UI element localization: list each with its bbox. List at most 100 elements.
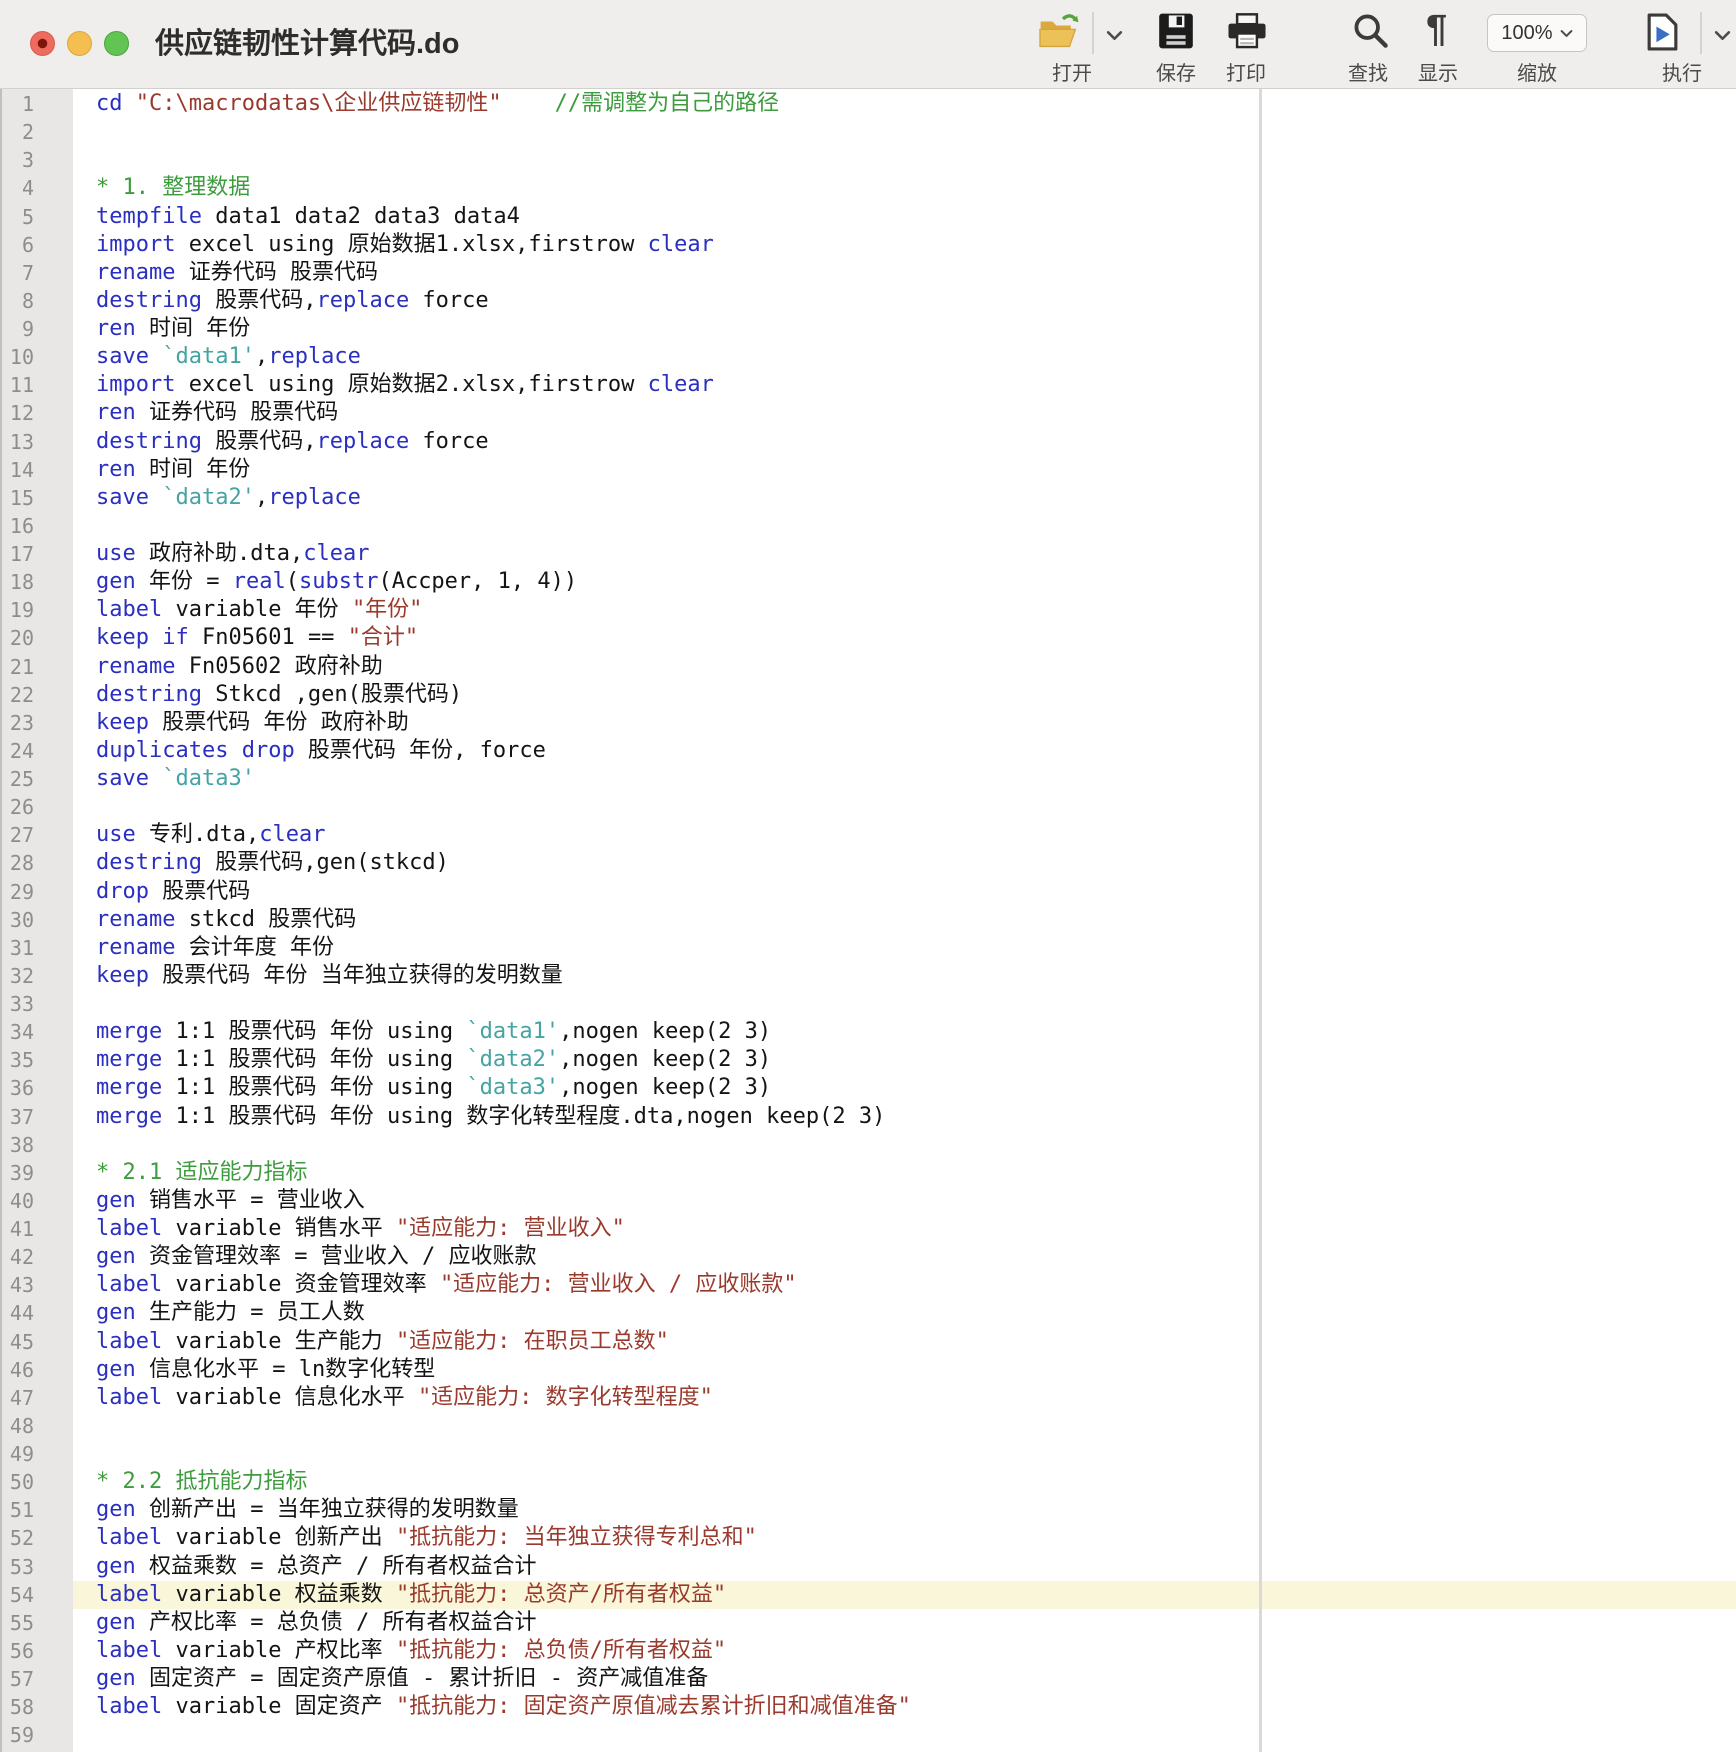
line-code: tempfile data1 data2 data3 data4 xyxy=(73,203,1736,231)
line-number: 3 xyxy=(0,146,73,174)
show-label: 显示 xyxy=(1418,57,1458,86)
line-number: 9 xyxy=(0,315,73,343)
line-number: 33 xyxy=(0,990,73,1018)
open-dropdown-button[interactable] xyxy=(1106,28,1123,46)
code-line-6[interactable]: 6import excel using 原始数据1.xlsx,firstrow … xyxy=(0,231,1736,259)
code-line-33[interactable]: 33 xyxy=(0,990,1736,1018)
line-code xyxy=(73,118,1736,146)
zoom-value: 100% xyxy=(1501,22,1552,45)
code-line-24[interactable]: 24duplicates drop 股票代码 年份, force xyxy=(0,737,1736,765)
code-line-37[interactable]: 37merge 1:1 股票代码 年份 using 数字化转型程度.dta,no… xyxy=(0,1103,1736,1131)
code-line-39[interactable]: 39* 2.1 适应能力指标 xyxy=(0,1159,1736,1187)
code-line-21[interactable]: 21rename Fn05602 政府补助 xyxy=(0,653,1736,681)
line-number: 8 xyxy=(0,287,73,315)
code-line-11[interactable]: 11import excel using 原始数据2.xlsx,firstrow… xyxy=(0,371,1736,399)
line-code: ren 证券代码 股票代码 xyxy=(73,399,1736,427)
code-line-52[interactable]: 52label variable 创新产出 "抵抗能力: 当年独立获得专利总和" xyxy=(0,1524,1736,1552)
code-line-4[interactable]: 4* 1. 整理数据 xyxy=(0,174,1736,202)
code-line-31[interactable]: 31rename 会计年度 年份 xyxy=(0,934,1736,962)
code-line-40[interactable]: 40gen 销售水平 = 营业收入 xyxy=(0,1187,1736,1215)
code-line-32[interactable]: 32keep 股票代码 年份 当年独立获得的发明数量 xyxy=(0,962,1736,990)
zoom-dropdown[interactable]: 100% xyxy=(1487,14,1587,52)
line-number: 36 xyxy=(0,1074,73,1102)
line-number: 37 xyxy=(0,1103,73,1131)
chevron-down-icon xyxy=(1106,30,1123,41)
line-code: * 2.2 抵抗能力指标 xyxy=(73,1468,1736,1496)
code-line-8[interactable]: 8destring 股票代码,replace force xyxy=(0,287,1736,315)
find-button[interactable] xyxy=(1352,12,1390,55)
code-line-36[interactable]: 36merge 1:1 股票代码 年份 using `data3',nogen … xyxy=(0,1074,1736,1102)
code-line-27[interactable]: 27use 专利.dta,clear xyxy=(0,821,1736,849)
code-line-25[interactable]: 25save `data3' xyxy=(0,765,1736,793)
code-line-51[interactable]: 51gen 创新产出 = 当年独立获得的发明数量 xyxy=(0,1496,1736,1524)
fullscreen-button[interactable] xyxy=(104,31,129,56)
code-line-5[interactable]: 5tempfile data1 data2 data3 data4 xyxy=(0,203,1736,231)
close-button[interactable] xyxy=(30,31,55,56)
code-line-17[interactable]: 17use 政府补助.dta,clear xyxy=(0,540,1736,568)
code-line-7[interactable]: 7rename 证券代码 股票代码 xyxy=(0,259,1736,287)
code-line-58[interactable]: 58label variable 固定资产 "抵抗能力: 固定资产原值减去累计折… xyxy=(0,1693,1736,1721)
code-line-16[interactable]: 16 xyxy=(0,512,1736,540)
code-line-53[interactable]: 53gen 权益乘数 = 总资产 / 所有者权益合计 xyxy=(0,1553,1736,1581)
open-button[interactable] xyxy=(1038,12,1080,57)
code-line-55[interactable]: 55gen 产权比率 = 总负债 / 所有者权益合计 xyxy=(0,1609,1736,1637)
save-button[interactable] xyxy=(1158,12,1194,55)
code-line-13[interactable]: 13destring 股票代码,replace force xyxy=(0,428,1736,456)
line-code: gen 产权比率 = 总负债 / 所有者权益合计 xyxy=(73,1609,1736,1637)
code-line-48[interactable]: 48 xyxy=(0,1412,1736,1440)
line-code: gen 创新产出 = 当年独立获得的发明数量 xyxy=(73,1496,1736,1524)
code-line-46[interactable]: 46gen 信息化水平 = ln数字化转型 xyxy=(0,1356,1736,1384)
run-button[interactable] xyxy=(1646,12,1679,57)
minimize-button[interactable] xyxy=(67,31,92,56)
code-line-49[interactable]: 49 xyxy=(0,1440,1736,1468)
code-line-10[interactable]: 10save `data1',replace xyxy=(0,343,1736,371)
code-line-47[interactable]: 47label variable 信息化水平 "适应能力: 数字化转型程度" xyxy=(0,1384,1736,1412)
code-line-50[interactable]: 50* 2.2 抵抗能力指标 xyxy=(0,1468,1736,1496)
code-line-41[interactable]: 41label variable 销售水平 "适应能力: 营业收入" xyxy=(0,1215,1736,1243)
code-line-30[interactable]: 30rename stkcd 股票代码 xyxy=(0,906,1736,934)
code-line-57[interactable]: 57gen 固定资产 = 固定资产原值 - 累计折旧 - 资产减值准备 xyxy=(0,1665,1736,1693)
code-line-35[interactable]: 35merge 1:1 股票代码 年份 using `data2',nogen … xyxy=(0,1046,1736,1074)
line-code: gen 固定资产 = 固定资产原值 - 累计折旧 - 资产减值准备 xyxy=(73,1665,1736,1693)
code-editor[interactable]: 1cd "C:\macrodatas\企业供应链韧性" //需调整为自己的路径2… xyxy=(0,89,1736,1752)
code-line-56[interactable]: 56label variable 产权比率 "抵抗能力: 总负债/所有者权益" xyxy=(0,1637,1736,1665)
code-line-20[interactable]: 20keep if Fn05601 == "合计" xyxy=(0,624,1736,652)
print-button[interactable] xyxy=(1226,12,1268,55)
line-number: 7 xyxy=(0,259,73,287)
code-line-59[interactable]: 59 xyxy=(0,1721,1736,1749)
line-code: rename stkcd 股票代码 xyxy=(73,906,1736,934)
code-line-42[interactable]: 42gen 资金管理效率 = 营业收入 / 应收账款 xyxy=(0,1243,1736,1271)
print-label: 打印 xyxy=(1226,57,1266,86)
code-line-43[interactable]: 43label variable 资金管理效率 "适应能力: 营业收入 / 应收… xyxy=(0,1271,1736,1299)
code-line-14[interactable]: 14ren 时间 年份 xyxy=(0,456,1736,484)
line-number: 12 xyxy=(0,399,73,427)
code-line-29[interactable]: 29drop 股票代码 xyxy=(0,878,1736,906)
line-code: save `data1',replace xyxy=(73,343,1736,371)
show-button[interactable]: ¶ xyxy=(1426,8,1447,50)
line-code: save `data3' xyxy=(73,765,1736,793)
printer-icon xyxy=(1226,12,1268,50)
line-code xyxy=(73,793,1736,821)
code-line-22[interactable]: 22destring Stkcd ,gen(股票代码) xyxy=(0,681,1736,709)
code-line-12[interactable]: 12ren 证券代码 股票代码 xyxy=(0,399,1736,427)
code-line-18[interactable]: 18gen 年份 = real(substr(Accper, 1, 4)) xyxy=(0,568,1736,596)
line-code: gen 销售水平 = 营业收入 xyxy=(73,1187,1736,1215)
code-line-28[interactable]: 28destring 股票代码,gen(stkcd) xyxy=(0,849,1736,877)
run-dropdown-button[interactable] xyxy=(1714,28,1731,46)
line-code: merge 1:1 股票代码 年份 using 数字化转型程度.dta,noge… xyxy=(73,1103,1736,1131)
code-line-45[interactable]: 45label variable 生产能力 "适应能力: 在职员工总数" xyxy=(0,1328,1736,1356)
code-line-44[interactable]: 44gen 生产能力 = 员工人数 xyxy=(0,1299,1736,1327)
code-line-2[interactable]: 2 xyxy=(0,118,1736,146)
code-line-15[interactable]: 15save `data2',replace xyxy=(0,484,1736,512)
code-line-1[interactable]: 1cd "C:\macrodatas\企业供应链韧性" //需调整为自己的路径 xyxy=(0,90,1736,118)
code-line-38[interactable]: 38 xyxy=(0,1131,1736,1159)
code-line-54[interactable]: 54label variable 权益乘数 "抵抗能力: 总资产/所有者权益" xyxy=(0,1581,1736,1609)
code-line-23[interactable]: 23keep 股票代码 年份 政府补助 xyxy=(0,709,1736,737)
code-line-34[interactable]: 34merge 1:1 股票代码 年份 using `data1',nogen … xyxy=(0,1018,1736,1046)
code-line-26[interactable]: 26 xyxy=(0,793,1736,821)
code-line-9[interactable]: 9ren 时间 年份 xyxy=(0,315,1736,343)
code-line-19[interactable]: 19label variable 年份 "年份" xyxy=(0,596,1736,624)
line-code: label variable 权益乘数 "抵抗能力: 总资产/所有者权益" xyxy=(73,1581,1736,1609)
code-line-3[interactable]: 3 xyxy=(0,146,1736,174)
line-number: 58 xyxy=(0,1693,73,1721)
